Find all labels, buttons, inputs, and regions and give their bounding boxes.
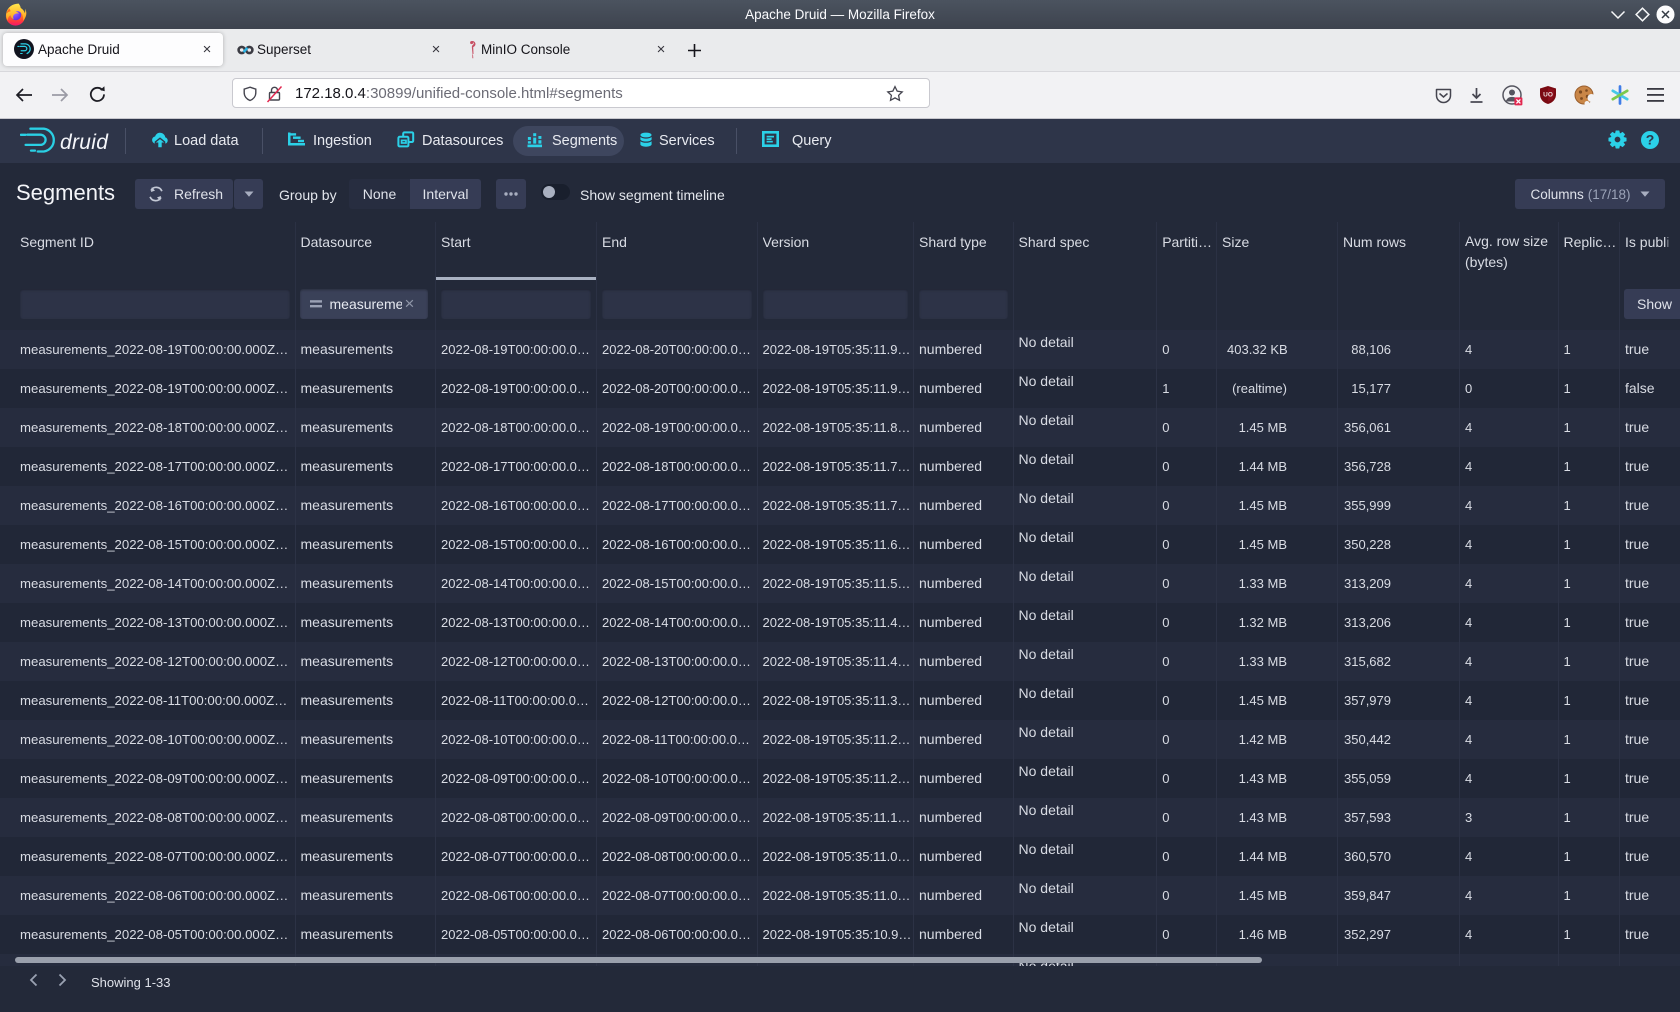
svg-text:?: ?	[1646, 132, 1655, 148]
svg-text:UO: UO	[1543, 92, 1553, 99]
